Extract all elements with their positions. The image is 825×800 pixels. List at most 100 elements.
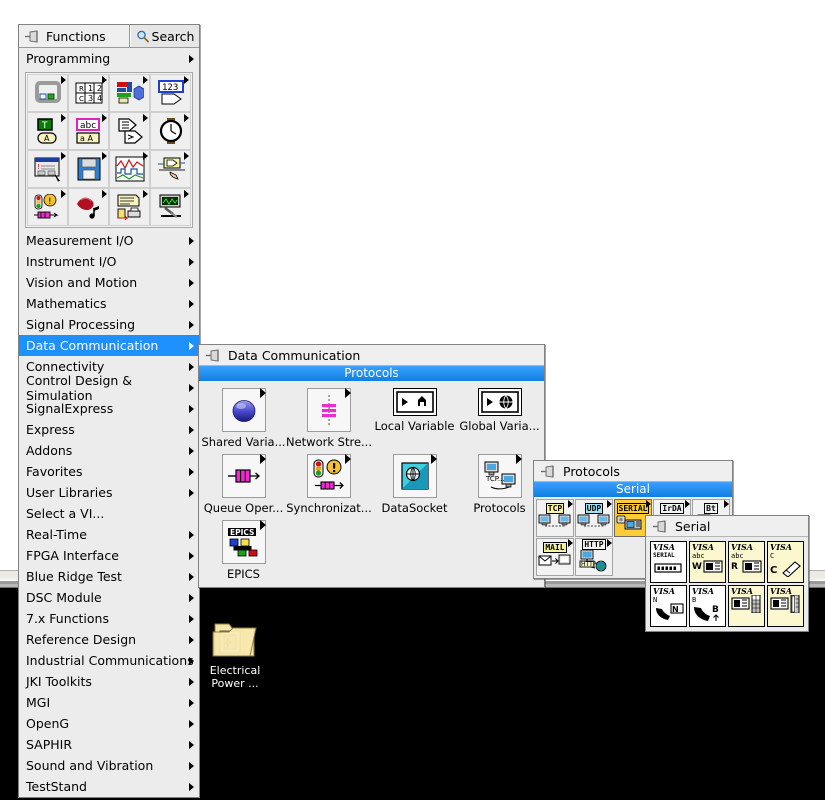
- menu-item-select-a-vi[interactable]: Select a VI...: [19, 503, 199, 524]
- menu-item-signal-processing[interactable]: Signal Processing: [19, 314, 199, 335]
- menu-item-vision-and-motion[interactable]: Vision and Motion: [19, 272, 199, 293]
- pin-icon[interactable]: [540, 464, 557, 478]
- datacomm-item-label: Network Stre...: [286, 435, 372, 449]
- palette-cell-cluster[interactable]: [109, 74, 150, 112]
- palette-cell-file-io[interactable]: [68, 150, 109, 188]
- datacomm-item-local-variable[interactable]: Local Variable: [372, 385, 457, 451]
- serial-item-visa-read[interactable]: VISA abc R: [728, 541, 765, 583]
- menu-item-measurement-i-o[interactable]: Measurement I/O: [19, 230, 199, 251]
- serial-item-grid[interactable]: VISA SERIAL VISA abc W VISA abc R VISA C C VISA N N VI…: [646, 537, 808, 631]
- palette-cell-comparison[interactable]: [109, 112, 150, 150]
- menu-item-control-design-simulation[interactable]: Control Design & Simulation: [19, 373, 199, 403]
- menu-item-mathematics[interactable]: Mathematics: [19, 293, 199, 314]
- datacomm-item-label: EPICS: [227, 567, 260, 581]
- serial-item-visa-bytes-at-serial-port[interactable]: VISA N N: [650, 585, 687, 627]
- menu-item-favorites[interactable]: Favorites: [19, 461, 199, 482]
- programming-icon-grid[interactable]: R 1 2 C 3 4 123 T A abc a A ! !: [25, 72, 193, 228]
- folder-icon: [212, 623, 257, 657]
- menu-item-dsc-module[interactable]: DSC Module: [19, 587, 199, 608]
- palette-cell-timing[interactable]: [150, 112, 191, 150]
- serial-item-visa-configure-serial-port[interactable]: VISA SERIAL: [650, 541, 687, 583]
- menu-item-blue-ridge-test[interactable]: Blue Ridge Test: [19, 566, 199, 587]
- palette-cell-array[interactable]: R 1 2 C 3 4: [68, 74, 109, 112]
- protocols-icon: TCP...: [477, 454, 522, 498]
- menu-item-signalexpress[interactable]: SignalExpress: [19, 398, 199, 419]
- menu-item-jki-toolkits[interactable]: JKI Toolkits: [19, 671, 199, 692]
- menu-item-openg[interactable]: OpenG: [19, 713, 199, 734]
- menu-item-sound-and-vibration[interactable]: Sound and Vibration: [19, 755, 199, 776]
- serial-item-visa-close[interactable]: VISA C C: [767, 541, 804, 583]
- datacomm-item-grid[interactable]: Shared Varia... Network Stre... Local Vari…: [199, 381, 544, 587]
- palette-cell-synchronization[interactable]: !: [27, 188, 68, 226]
- category-header-programming[interactable]: Programming: [19, 48, 199, 69]
- serial-item-visa-serial-break[interactable]: VISA B B: [689, 585, 726, 627]
- palette-cell-report-generation[interactable]: [109, 188, 150, 226]
- desktop-icon-electrical-power[interactable]: Electrical Power ...: [192, 618, 278, 690]
- svg-text:3: 3: [88, 94, 93, 103]
- svg-text:2: 2: [97, 84, 102, 93]
- menu-item-data-communication[interactable]: Data Communication: [19, 335, 199, 356]
- serial-item-visa-set-io-buffer-size[interactable]: VISA: [767, 585, 804, 627]
- menu-item-mgi[interactable]: MGI: [19, 692, 199, 713]
- palette-cell-boolean[interactable]: T A: [27, 112, 68, 150]
- submenu-arrow-icon: [430, 454, 437, 464]
- datacomm-item-protocols[interactable]: TCP... Protocols: [457, 451, 542, 517]
- datacomm-item-network-stream[interactable]: Network Stre...: [286, 385, 372, 451]
- visa-write-icon: W: [692, 559, 724, 579]
- menu-item-label: Reference Design: [26, 632, 137, 647]
- menu-item-user-libraries[interactable]: User Libraries: [19, 482, 199, 503]
- palette-cell-waveform[interactable]: [109, 150, 150, 188]
- menu-item-addons[interactable]: Addons: [19, 440, 199, 461]
- menu-item-saphir[interactable]: SAPHIR: [19, 734, 199, 755]
- palette-cell-application-control[interactable]: [150, 150, 191, 188]
- protocols-item-http-web[interactable]: HTTP HTTP: [575, 538, 613, 576]
- datacomm-item-datasocket[interactable]: DataSocket: [372, 451, 457, 517]
- palette-cell-structures[interactable]: [27, 74, 68, 112]
- chevron-right-icon: [189, 678, 194, 686]
- protocols-item-udp[interactable]: UDP: [575, 499, 613, 537]
- datacomm-item-epics[interactable]: EPICS EPICS: [201, 517, 286, 583]
- datasocket-icon: [392, 454, 437, 498]
- submenu-arrow-icon: [259, 520, 266, 530]
- datacomm-item-synchronization[interactable]: Synchronizat...: [286, 451, 372, 517]
- palette-cell-string[interactable]: abc a A: [68, 112, 109, 150]
- protocols-item-smtp-email[interactable]: MAIL: [536, 538, 574, 576]
- pin-icon[interactable]: [652, 519, 669, 533]
- menu-item-real-time[interactable]: Real-Time: [19, 524, 199, 545]
- datacomm-item-shared-variable[interactable]: Shared Varia...: [201, 385, 286, 451]
- palette-cell-measurement-io[interactable]: [150, 188, 191, 226]
- palette-cell-numeric[interactable]: 123: [150, 74, 191, 112]
- serial-item-visa-label: VISA: [653, 542, 675, 552]
- menu-item-reference-design[interactable]: Reference Design: [19, 629, 199, 650]
- serial-titlebar: Serial: [646, 516, 808, 537]
- protocols-item-tag: SERIAL: [616, 502, 650, 514]
- serial-item-visa-flush-io-buffer[interactable]: VISA: [728, 585, 765, 627]
- palette-cell-dialog-ui[interactable]: !: [27, 150, 68, 188]
- pin-icon[interactable]: [24, 29, 41, 43]
- pin-icon[interactable]: [205, 348, 222, 362]
- menu-item-teststand[interactable]: TestStand: [19, 776, 199, 797]
- global-variable-icon: [477, 388, 522, 416]
- data-communication-palette[interactable]: Data Communication Protocols Shared Vari…: [198, 344, 545, 588]
- palette-cell-graphics-sound[interactable]: [68, 188, 109, 226]
- chevron-right-icon: [189, 342, 194, 350]
- svg-text:T: T: [41, 121, 48, 131]
- menu-item-express[interactable]: Express: [19, 419, 199, 440]
- functions-title-area: Functions: [19, 25, 130, 47]
- functions-category-menu[interactable]: Measurement I/O Instrument I/O Vision and …: [19, 230, 199, 797]
- svg-text:A: A: [44, 134, 50, 143]
- datacomm-item-queue-operations[interactable]: Queue Oper...: [201, 451, 286, 517]
- menu-item-fpga-interface[interactable]: FPGA Interface: [19, 545, 199, 566]
- menu-item-label: Industrial Communications: [26, 653, 194, 668]
- serial-palette[interactable]: Serial VISA SERIAL VISA abc W VISA abc R VISA C C V…: [645, 515, 809, 632]
- menu-item-instrument-i-o[interactable]: Instrument I/O: [19, 251, 199, 272]
- serial-item-visa-write[interactable]: VISA abc W: [689, 541, 726, 583]
- menu-item-label: MGI: [26, 695, 51, 710]
- datacomm-item-global-variable[interactable]: Global Varia...: [457, 385, 542, 451]
- menu-item-7-x-functions[interactable]: 7.x Functions: [19, 608, 199, 629]
- menu-item-industrial-communications[interactable]: Industrial Communications: [19, 650, 199, 671]
- functions-search-button[interactable]: Search: [130, 25, 199, 47]
- svg-text:N: N: [672, 605, 679, 614]
- functions-palette-window[interactable]: Functions Search Programming R 1 2 C 3 4…: [18, 24, 200, 798]
- protocols-item-tcp[interactable]: TCP: [536, 499, 574, 537]
